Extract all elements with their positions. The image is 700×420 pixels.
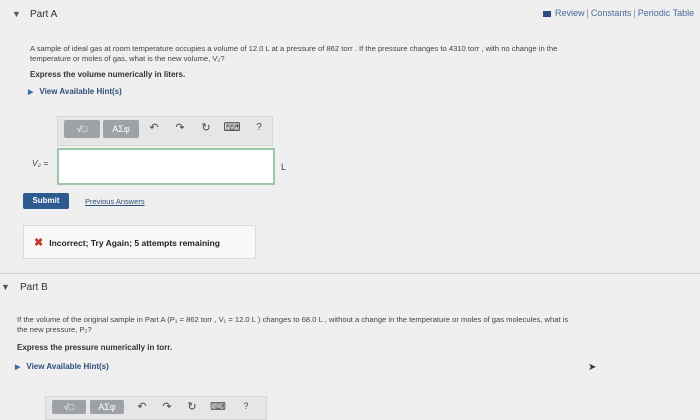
top-links: Review | Constants | Periodic Table [543, 8, 694, 18]
help-icon[interactable]: ? [240, 401, 252, 411]
section-divider [0, 273, 700, 274]
reset-icon[interactable]: ↻ [198, 121, 214, 134]
greek-symbols-button[interactable]: AΣφ [103, 120, 139, 138]
part-b-instruction: Express the pressure numerically in torr… [17, 343, 173, 352]
collapse-arrow-icon[interactable]: ▼ [1, 282, 10, 292]
undo-icon[interactable]: ↶ [146, 121, 162, 134]
part-a-hints-toggle[interactable]: ▶ View Available Hint(s) [28, 87, 122, 96]
part-a-instruction: Express the volume numerically in liters… [30, 70, 186, 79]
part-a-question-line1: A sample of ideal gas at room temperatur… [30, 44, 558, 53]
feedback-text: Incorrect; Try Again; 5 attempts remaini… [49, 238, 220, 248]
review-link[interactable]: Review [555, 8, 585, 18]
expand-arrow-icon: ▶ [28, 89, 34, 96]
submit-button[interactable]: Submit [23, 193, 69, 209]
hint-label: View Available Hint(s) [39, 87, 122, 96]
incorrect-x-icon: ✖ [34, 237, 44, 249]
periodic-table-link[interactable]: Periodic Table [638, 8, 694, 18]
part-a-title: Part A [30, 9, 58, 20]
part-b-title: Part B [20, 282, 48, 293]
answer-input[interactable] [57, 148, 275, 185]
book-icon [543, 10, 551, 17]
answer-label: V₂ = [32, 158, 49, 168]
keyboard-icon[interactable]: ⌨ [223, 120, 241, 134]
collapse-arrow-icon[interactable]: ▼ [12, 9, 21, 19]
part-a-question-line2: temperature or moles of gas, what is the… [30, 54, 225, 63]
unit-label: L [281, 162, 287, 172]
undo-icon[interactable]: ↶ [135, 400, 149, 413]
previous-answers-link[interactable]: Previous Answers [85, 197, 145, 206]
hint-label: View Available Hint(s) [26, 362, 109, 371]
part-b-question-line1: If the volume of the original sample in … [17, 315, 569, 324]
part-b-hints-toggle[interactable]: ▶ View Available Hint(s) [15, 362, 109, 371]
templates-button[interactable]: √□ [64, 120, 100, 138]
help-icon[interactable]: ? [253, 122, 265, 133]
reset-icon[interactable]: ↻ [185, 400, 199, 413]
cursor-icon: ➤ [588, 362, 597, 373]
constants-link[interactable]: Constants [591, 8, 632, 18]
expand-arrow-icon: ▶ [15, 364, 21, 371]
redo-icon[interactable]: ↷ [172, 121, 188, 134]
feedback-message: ✖ Incorrect; Try Again; 5 attempts remain… [23, 225, 256, 259]
redo-icon[interactable]: ↷ [160, 400, 174, 413]
part-b-question-line2: the new pressure, P₂? [17, 325, 92, 334]
keyboard-icon[interactable]: ⌨ [210, 400, 226, 413]
